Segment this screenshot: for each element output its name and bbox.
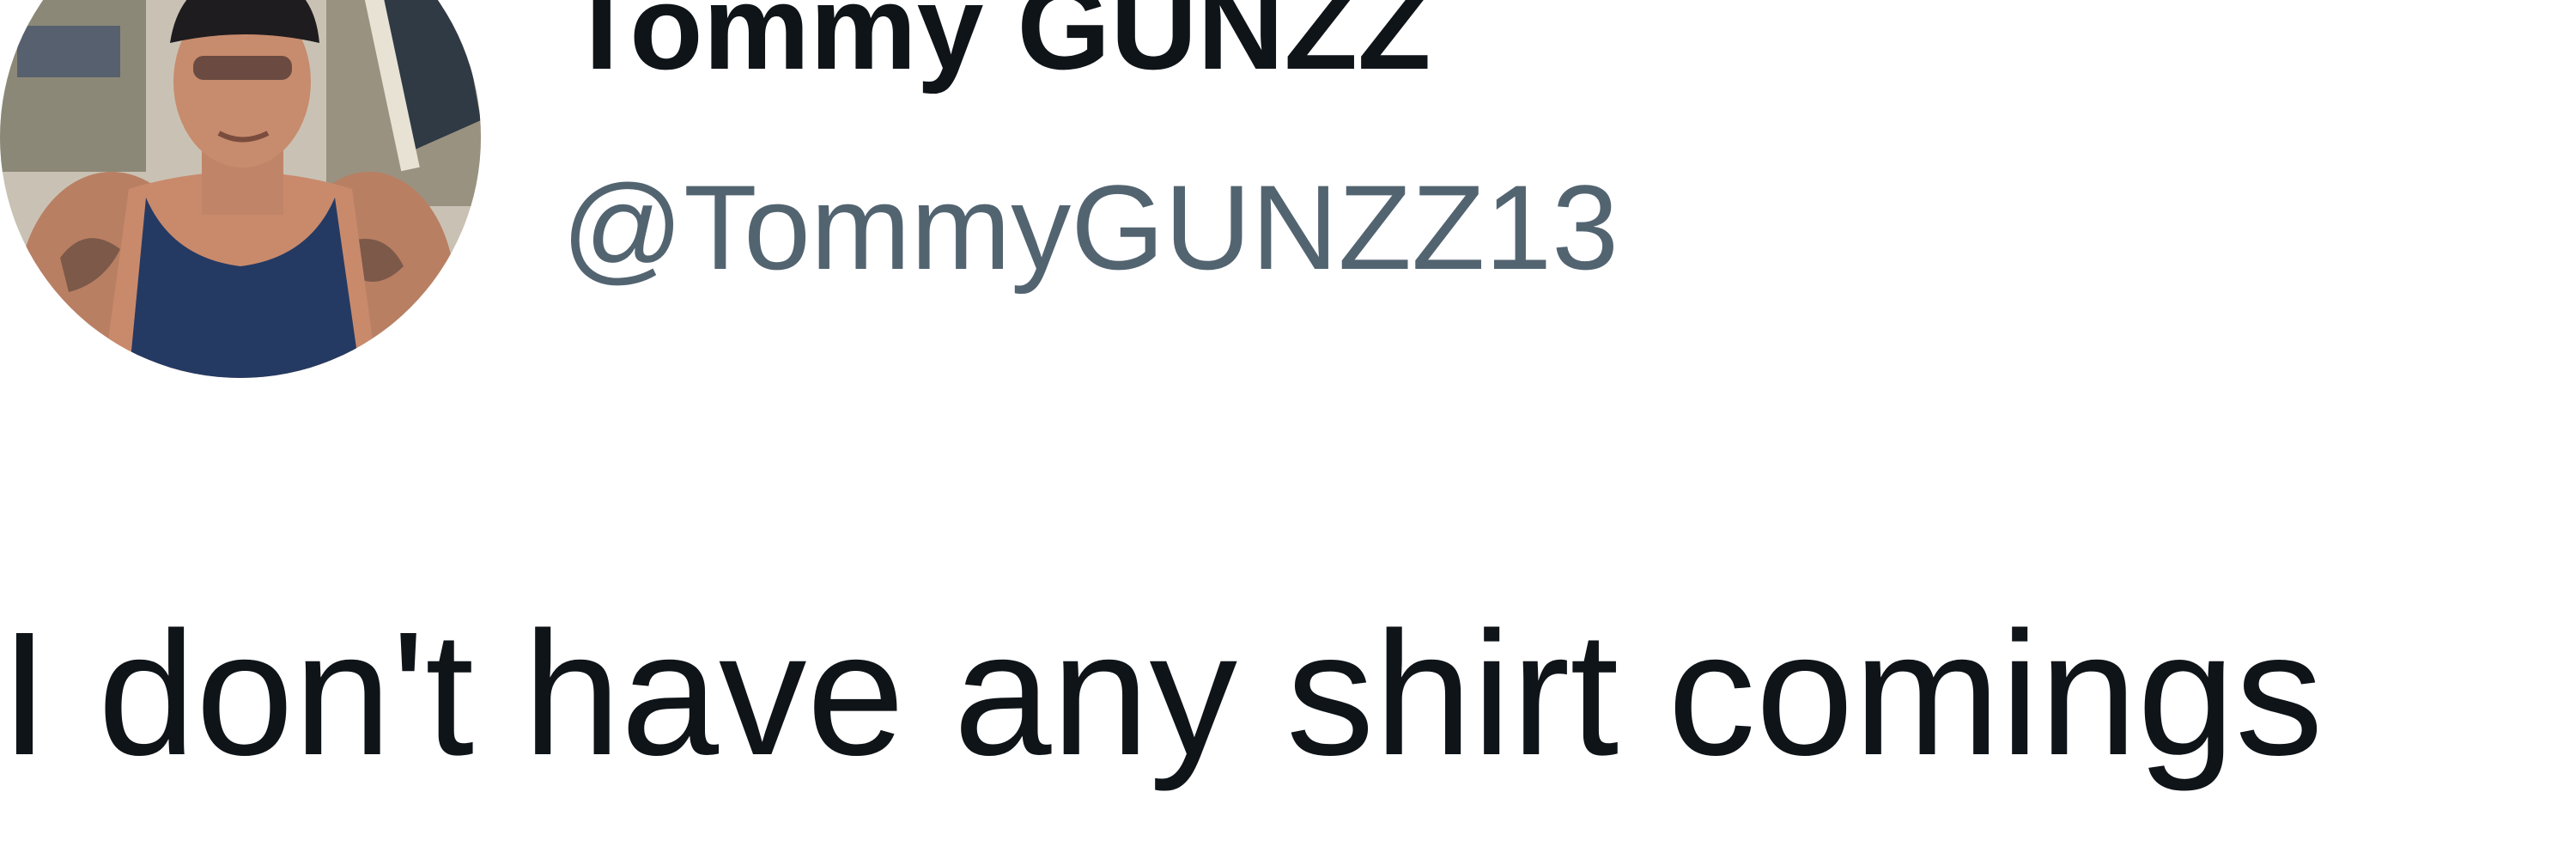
tweet-text: I don't have any shirt comings — [0, 595, 2324, 792]
display-name[interactable]: Tommy GUNZZ — [565, 0, 1431, 88]
avatar[interactable] — [0, 0, 481, 378]
profile-photo-icon — [0, 0, 481, 378]
tweet-card: Tommy GUNZZ @TommyGUNZZ13 I don't have a… — [0, 0, 2576, 859]
user-handle[interactable]: @TommyGUNZZ13 — [562, 168, 1619, 288]
